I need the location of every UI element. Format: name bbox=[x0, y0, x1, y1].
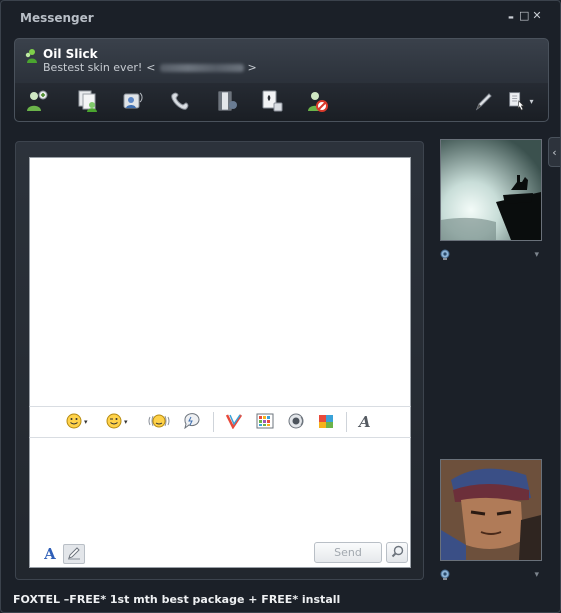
video-call-icon[interactable] bbox=[120, 88, 146, 114]
compose-toolbar: A Send bbox=[30, 539, 410, 567]
sound-icon bbox=[287, 413, 305, 432]
webcam-icon[interactable] bbox=[439, 249, 451, 264]
messenger-window: Messenger ▬ □ ✕ Oil Slick Bestest skin e… bbox=[0, 0, 561, 613]
wink-caret: ▾ bbox=[124, 418, 128, 426]
activities-icon bbox=[317, 413, 335, 432]
invite-contact-icon[interactable] bbox=[24, 88, 50, 114]
voice-clip-button[interactable] bbox=[183, 412, 201, 432]
maximize-button[interactable]: □ bbox=[519, 9, 529, 23]
winks-icon bbox=[225, 413, 243, 432]
send-button[interactable]: Send bbox=[314, 542, 382, 563]
contact-picture-controls: ▾ bbox=[439, 249, 543, 261]
close-button[interactable]: ✕ bbox=[532, 9, 542, 23]
minimize-button[interactable]: ▬ bbox=[506, 9, 516, 23]
emoticon-picker[interactable]: ▾ bbox=[66, 412, 88, 432]
email-open-bracket: < bbox=[146, 61, 156, 74]
smiley-icon bbox=[66, 413, 82, 432]
font-button[interactable]: A bbox=[39, 544, 61, 564]
menu-icon[interactable]: ▾ bbox=[504, 88, 538, 114]
share-files-icon[interactable] bbox=[75, 88, 101, 114]
webcam-icon[interactable] bbox=[439, 569, 451, 584]
speech-bubble-icon bbox=[183, 412, 201, 432]
background-grid-icon bbox=[256, 413, 274, 432]
pen-icon[interactable] bbox=[471, 88, 497, 114]
emoticon-toolbar: ▾ ▾ A bbox=[29, 406, 411, 438]
magnifier-icon bbox=[391, 545, 404, 561]
expand-sidebar-tab[interactable]: ‹ bbox=[548, 137, 560, 167]
games-icon[interactable] bbox=[259, 88, 285, 114]
window-title: Messenger bbox=[20, 11, 94, 25]
activities-button[interactable] bbox=[317, 412, 335, 432]
backgrounds-button[interactable] bbox=[256, 412, 274, 432]
window-controls: ▬ □ ✕ bbox=[506, 9, 542, 23]
wink-icon bbox=[106, 413, 122, 432]
compose-area: A Send bbox=[29, 438, 411, 568]
menu-caret: ▾ bbox=[529, 96, 534, 106]
contact-picture-dropdown[interactable]: ▾ bbox=[534, 250, 539, 260]
contact-name[interactable]: Oil Slick bbox=[43, 47, 98, 61]
contact-personal-message: Bestest skin ever! < > bbox=[43, 61, 257, 74]
online-status-icon bbox=[23, 48, 39, 64]
winks-button[interactable] bbox=[225, 412, 243, 432]
contact-display-picture[interactable] bbox=[440, 139, 542, 241]
message-input[interactable] bbox=[30, 438, 410, 538]
block-contact-icon[interactable] bbox=[304, 88, 330, 114]
conversation-history[interactable] bbox=[29, 157, 411, 406]
sounds-button[interactable] bbox=[287, 412, 305, 432]
conversation-frame: ▾ ▾ A A Send bbox=[15, 141, 424, 580]
voice-call-icon[interactable] bbox=[167, 88, 193, 114]
share-video-icon[interactable] bbox=[214, 88, 240, 114]
wink-picker[interactable]: ▾ bbox=[106, 412, 128, 432]
my-picture-dropdown[interactable]: ▾ bbox=[534, 570, 539, 580]
handwriting-font-button[interactable]: A bbox=[359, 412, 371, 432]
search-button[interactable] bbox=[386, 542, 408, 563]
emote-divider bbox=[213, 412, 214, 432]
emoticon-caret: ▾ bbox=[84, 418, 88, 426]
advertisement-link[interactable]: FOXTEL –FREE* 1st mth best package + FRE… bbox=[13, 593, 340, 606]
title-bar[interactable]: Messenger ▬ □ ✕ bbox=[1, 1, 560, 33]
handwriting-button[interactable] bbox=[63, 544, 85, 564]
nudge-icon bbox=[148, 413, 170, 432]
email-close-bracket: > bbox=[247, 61, 257, 74]
contact-header: Oil Slick Bestest skin ever! < > ▾ bbox=[14, 38, 549, 122]
my-picture-controls: ▾ bbox=[439, 569, 543, 581]
my-display-picture[interactable] bbox=[440, 459, 542, 561]
pencil-icon bbox=[67, 546, 81, 563]
personal-message-text: Bestest skin ever! bbox=[43, 61, 143, 74]
nudge-button[interactable] bbox=[148, 412, 170, 432]
font-divider bbox=[346, 412, 347, 432]
conversation-toolbar: ▾ bbox=[15, 88, 548, 118]
blurred-email bbox=[159, 63, 244, 72]
